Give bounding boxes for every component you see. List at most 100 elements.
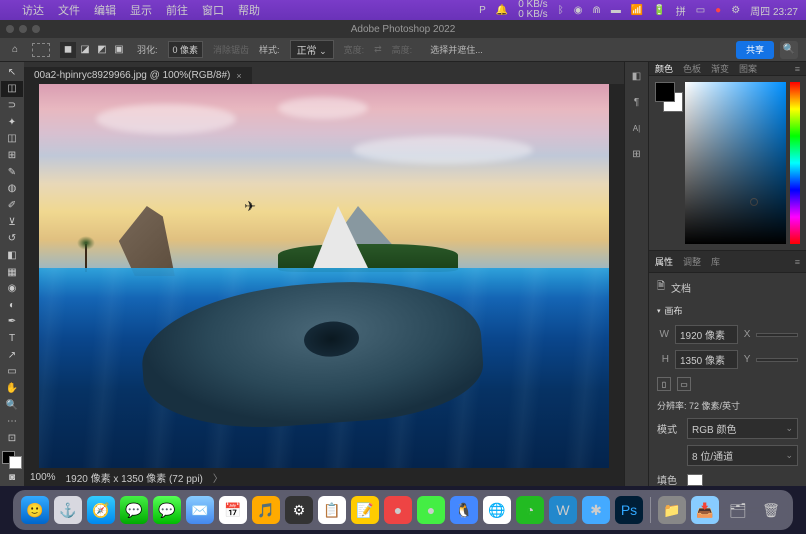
edit-toolbar[interactable]: ⊡: [1, 430, 23, 447]
select-mask-button[interactable]: 选择并遮住...: [430, 43, 483, 56]
crop-tool[interactable]: ◫: [1, 131, 23, 148]
dock-app3[interactable]: ●: [417, 496, 445, 524]
dock-app4[interactable]: ✱: [582, 496, 610, 524]
quickmask-tool[interactable]: ◙: [1, 469, 23, 486]
brush-tool[interactable]: ✐: [1, 197, 23, 214]
eyedropper-tool[interactable]: ✎: [1, 164, 23, 181]
dock-safari[interactable]: 🧭: [87, 496, 115, 524]
x-input[interactable]: [756, 333, 798, 337]
gradient-tool[interactable]: ▦: [1, 264, 23, 281]
wand-tool[interactable]: ✦: [1, 114, 23, 131]
style-select[interactable]: 正常 ⌄: [290, 40, 334, 59]
menu-window[interactable]: 窗口: [202, 2, 224, 18]
antialias-checkbox[interactable]: 消除锯齿: [213, 43, 249, 56]
marquee-tool[interactable]: ◫: [1, 81, 23, 98]
depth-select[interactable]: 8 位/通道: [687, 445, 798, 466]
close-dot[interactable]: [6, 25, 14, 33]
move-tool[interactable]: ↖: [1, 64, 23, 81]
car-icon[interactable]: ▬: [611, 5, 621, 16]
menu-go[interactable]: 前往: [166, 2, 188, 18]
panel-icon-1[interactable]: ◧: [629, 68, 645, 84]
info-chevron-icon[interactable]: 〉: [213, 470, 223, 485]
signal-icon[interactable]: 📶: [631, 5, 643, 16]
window-titlebar[interactable]: Adobe Photoshop 2022: [0, 20, 806, 38]
status-bell-icon[interactable]: 🔔: [496, 5, 508, 16]
shape-tool[interactable]: ▭: [1, 364, 23, 381]
dock-settings[interactable]: ⚙: [285, 496, 313, 524]
panel-icon-4[interactable]: ⊞: [629, 146, 645, 162]
mode-select[interactable]: RGB 颜色: [687, 418, 798, 439]
tab-properties[interactable]: 属性: [655, 255, 673, 268]
tab-swatches[interactable]: 色板: [683, 62, 701, 75]
dock-app2[interactable]: ●: [384, 496, 412, 524]
panel-menu-icon[interactable]: ≡: [795, 257, 800, 267]
panel-menu-icon[interactable]: ≡: [795, 64, 800, 74]
zoom-tool[interactable]: 🔍: [1, 397, 23, 414]
dock-wechat[interactable]: 💬: [120, 496, 148, 524]
dock-folder1[interactable]: 📁: [658, 496, 686, 524]
hand-tool[interactable]: ✋: [1, 380, 23, 397]
foreground-swatch[interactable]: [655, 82, 675, 102]
tool-preset-icon[interactable]: [32, 43, 50, 57]
fill-swatch[interactable]: [687, 474, 703, 486]
red-dot-icon[interactable]: ●: [715, 5, 721, 16]
tab-adjustments[interactable]: 调整: [683, 255, 701, 268]
color-swatches[interactable]: [2, 451, 22, 470]
color-picker[interactable]: [685, 82, 786, 244]
dock-mail[interactable]: ✉️: [186, 496, 214, 524]
battery-icon[interactable]: 🔋: [653, 5, 665, 16]
more-tools[interactable]: ⋯: [1, 413, 23, 430]
lang-icon[interactable]: 拼: [676, 3, 686, 18]
width-input[interactable]: 1920 像素: [675, 325, 738, 344]
menu-help[interactable]: 帮助: [238, 2, 260, 18]
history-brush-tool[interactable]: ↺: [1, 230, 23, 247]
dock-calendar[interactable]: 📅: [219, 496, 247, 524]
dock-trash[interactable]: 🗑: [757, 496, 785, 524]
panel-icon-2[interactable]: ¶: [629, 94, 645, 110]
bluetooth-icon[interactable]: ᛒ: [558, 5, 564, 16]
share-button[interactable]: 共享: [736, 41, 774, 59]
type-tool[interactable]: T: [1, 330, 23, 347]
dodge-tool[interactable]: ◐: [1, 297, 23, 314]
tab-color[interactable]: 颜色: [655, 62, 673, 75]
hue-slider[interactable]: [790, 82, 800, 244]
feather-input[interactable]: 0 像素: [168, 41, 204, 58]
clock[interactable]: 周四 23:27: [750, 3, 798, 18]
menu-file[interactable]: 文件: [58, 2, 80, 18]
panel-icon-3[interactable]: A|: [629, 120, 645, 136]
tab-patterns[interactable]: 图案: [739, 62, 757, 75]
canvas-section[interactable]: 画布: [657, 302, 798, 319]
selection-add-icon[interactable]: ◪: [77, 42, 93, 58]
max-dot[interactable]: [32, 25, 40, 33]
dock-reminders[interactable]: 📋: [318, 496, 346, 524]
frame-tool[interactable]: ⊞: [1, 147, 23, 164]
document-tab[interactable]: 00a2-hpinryc8929966.jpg @ 100%(RGB/8#) ×: [24, 67, 252, 84]
tab-gradients[interactable]: 渐变: [711, 62, 729, 75]
search-button[interactable]: 🔍: [780, 41, 798, 59]
stamp-tool[interactable]: ⊻: [1, 214, 23, 231]
tab-close-icon[interactable]: ×: [236, 71, 241, 81]
home-button[interactable]: ⌂: [8, 43, 22, 57]
menu-view[interactable]: 显示: [130, 2, 152, 18]
dock-messages[interactable]: 💬: [153, 496, 181, 524]
control-center-icon[interactable]: ⚙: [731, 5, 740, 16]
dock-music[interactable]: 🎵: [252, 496, 280, 524]
zoom-level[interactable]: 100%: [30, 472, 56, 483]
doc-info[interactable]: 1920 像素 x 1350 像素 (72 ppi): [66, 470, 203, 485]
tab-libraries[interactable]: 库: [711, 255, 720, 268]
dock-photoshop[interactable]: Ps: [615, 496, 643, 524]
wifi-icon[interactable]: ⋒: [592, 5, 600, 16]
heal-tool[interactable]: ◍: [1, 180, 23, 197]
screen-icon[interactable]: ▭: [696, 5, 705, 16]
selection-new-icon[interactable]: ◼: [60, 42, 76, 58]
dock-qq[interactable]: 🐧: [450, 496, 478, 524]
canvas[interactable]: ✈: [39, 84, 609, 468]
dock-word[interactable]: W: [549, 496, 577, 524]
dock-downloads[interactable]: 📥: [691, 496, 719, 524]
record-icon[interactable]: ◉: [574, 5, 583, 16]
menu-edit[interactable]: 编辑: [94, 2, 116, 18]
dock-app1[interactable]: ⚓: [54, 496, 82, 524]
blur-tool[interactable]: ◉: [1, 280, 23, 297]
dock-chrome[interactable]: 🌐: [483, 496, 511, 524]
landscape-icon[interactable]: ▭: [677, 377, 691, 391]
